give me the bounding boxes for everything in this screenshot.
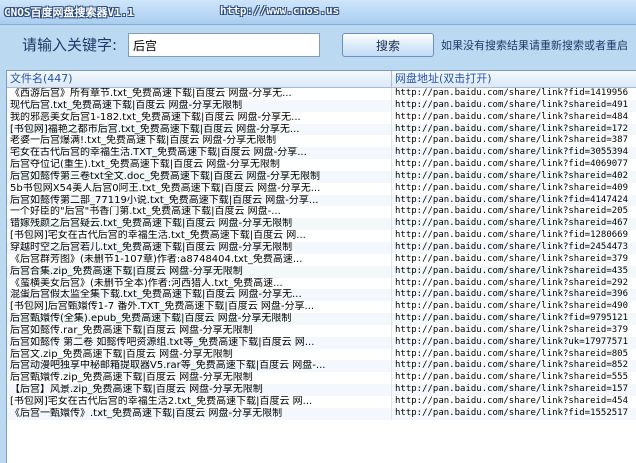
pan-url-cell[interactable]: http://pan.baidu.com/share/link?shareid=…	[392, 289, 636, 301]
file-name-cell[interactable]: 后宫甄嬛传(全集).epub_免费高速下载|百度云 网盘-分享无限制	[7, 313, 392, 325]
table-row[interactable]: 后宫如懿传第三卷txt全文.doc_免费高速下载|百度云 网盘-分享无限制 htt…	[7, 170, 636, 183]
table-row[interactable]: 我的邪恶美女后宫1-182.txt_免费高速下载|百度云 网盘-分享无... ht…	[7, 111, 636, 124]
pan-url-cell[interactable]: http://pan.baidu.com/share/link?shareid=…	[392, 171, 636, 183]
file-name-cell[interactable]: 现代后宫.txt_免费高速下载|百度云 网盘-分享无限制	[7, 99, 392, 112]
file-name-cell[interactable]: 后宫动漫吧独享中秘邮箱提取器V5.rar等_免费高速下载|百度云 网盘-...	[7, 360, 392, 373]
table-row[interactable]: 穿越时空之后宫若儿.txt_免费高速下载|百度云 网盘-分享无限制 http://…	[7, 241, 636, 254]
file-name-cell[interactable]: 后宫如懿传第三卷txt全文.doc_免费高速下载|百度云 网盘-分享无限制	[7, 170, 392, 183]
file-name-cell[interactable]: 《后宫一甄嬛传》.txt_免费高速下载|百度云 网盘-分享无限制	[7, 407, 392, 420]
table-row[interactable]: 后宫如懿传.rar_免费高速下载|百度云 网盘-分享无限制 http://pan.…	[7, 324, 636, 337]
table-row[interactable]: 混蛋后宫假太监全集下载.txt_免费高速下载|百度云 网盘-分享无... http…	[7, 289, 636, 302]
table-row[interactable]: 宅女在古代后宫的幸福生活.TXT_免费高速下载|百度云 网盘-分享... http…	[7, 147, 636, 160]
table-row[interactable]: 后宫甄嬛传.zip_免费高速下载|百度云 网盘-分享无限制 http://pan.…	[7, 372, 636, 385]
search-button[interactable]: 搜索	[342, 33, 434, 57]
table-row[interactable]: 后宫合集.zip_免费高速下载|百度云 网盘-分享无限制 http://pan.b…	[7, 265, 636, 278]
title-bar: CNOS百度网盘搜索器V1.1 http://www.cnos.us	[0, 0, 636, 25]
pan-url-cell[interactable]: http://pan.baidu.com/share/link?shareid=…	[392, 266, 636, 278]
pan-url-cell[interactable]: http://pan.baidu.com/share/link?fid=1419…	[392, 88, 636, 100]
pan-url-cell[interactable]: http://pan.baidu.com/share/link?fid=3055…	[392, 147, 636, 159]
column-header-url[interactable]: 网盘地址(双击打开)	[392, 71, 636, 87]
pan-url-cell[interactable]: http://pan.baidu.com/share/link?shareid=…	[392, 325, 636, 337]
app-title: CNOS百度网盘搜索器V1.1	[4, 6, 134, 19]
pan-url-cell[interactable]: http://pan.baidu.com/share/link?shareid=…	[392, 254, 636, 266]
pan-url-cell[interactable]: http://pan.baidu.com/share/link?shareid=…	[392, 100, 636, 112]
file-name-cell[interactable]: 后宫文.zip_免费高速下载|百度云 网盘-分享无限制	[7, 348, 392, 361]
file-name-cell[interactable]: [书包网]福艳之都市后宫.txt_免费高速下载|百度云 网盘-分享无...	[7, 123, 392, 136]
table-row[interactable]: [书包网]宅女在古代后宫的幸福生活.txt_免费高速下载|百度云 网... htt…	[7, 230, 636, 242]
pan-url-cell[interactable]: http://pan.baidu.com/share/link?shareid=…	[392, 384, 636, 396]
website-url[interactable]: http://www.cnos.us	[220, 4, 339, 17]
table-row[interactable]: 后宫动漫吧独享中秘邮箱提取器V5.rar等_免费高速下载|百度云 网盘-... h…	[7, 360, 636, 373]
table-row[interactable]: 5b书包网X54美人后宫0阿王.txt_免费高速下载|百度云 网盘-分享无...…	[7, 182, 636, 195]
pan-url-cell[interactable]: http://pan.baidu.com/share/link?shareid=…	[392, 349, 636, 361]
table-row[interactable]: 《西游后宫》所有章节.txt_免费高速下载|百度云 网盘-分享无... http:…	[7, 88, 636, 100]
table-row[interactable]: 后宫如懿传第二部_77119小说.txt_免费高速下载|百度云 网盘-分享...…	[7, 194, 636, 207]
file-name-cell[interactable]: 一个好臣的"后宫"书香门第.txt_免费高速下载|百度云 网盘-...	[7, 206, 392, 219]
table-row[interactable]: 后宫甄嬛传(全集).epub_免费高速下载|百度云 网盘-分享无限制 http:/…	[7, 313, 636, 325]
file-name-cell[interactable]: [书包网]宅女在古代后宫的幸福生活2.txt_免费高速下载|百度云 网...	[7, 395, 392, 408]
pan-url-cell[interactable]: http://pan.baidu.com/share/link?shareid=…	[392, 396, 636, 408]
table-row[interactable]: 后宫文.zip_免费高速下载|百度云 网盘-分享无限制 http://pan.ba…	[7, 348, 636, 361]
pan-url-cell[interactable]: http://pan.baidu.com/share/link?shareid=…	[392, 372, 636, 384]
file-name-cell[interactable]: 《西游后宫》所有章节.txt_免费高速下载|百度云 网盘-分享无...	[7, 88, 392, 100]
file-name-cell[interactable]: 《蛮横美女后宫》(未删节全本)作者:河西猎人.txt_免费高速...	[7, 277, 392, 290]
pan-url-cell[interactable]: http://pan.baidu.com/share/link?shareid=…	[392, 112, 636, 124]
file-name-cell[interactable]: 后宫如懿传.rar_免费高速下载|百度云 网盘-分享无限制	[7, 324, 392, 337]
file-name-cell[interactable]: 老婆一后宫爆满!.txt_免费高速下载|百度云 网盘-分享无限制	[7, 135, 392, 148]
file-name-cell[interactable]: 后宫甄嬛传.zip_免费高速下载|百度云 网盘-分享无限制	[7, 372, 392, 385]
file-name-cell[interactable]: 后宫夺位记(重生).txt_免费高速下载|百度云 网盘-分享无限制	[7, 159, 392, 171]
pan-url-cell[interactable]: http://pan.baidu.com/share/link?fid=9795…	[392, 313, 636, 325]
table-row[interactable]: 老婆一后宫爆满!.txt_免费高速下载|百度云 网盘-分享无限制 http://p…	[7, 135, 636, 148]
results-table: 文件名(447) 网盘地址(双击打开) 《西游后宫》所有章节.txt_免费高速下…	[6, 70, 636, 463]
table-row[interactable]: 现代后宫.txt_免费高速下载|百度云 网盘-分享无限制 http://pan.b…	[7, 99, 636, 112]
pan-url-cell[interactable]: http://pan.baidu.com/share/link?shareid=…	[392, 183, 636, 195]
table-row[interactable]: 《蛮横美女后宫》(未删节全本)作者:河西猎人.txt_免费高速... http:/…	[7, 277, 636, 290]
table-row[interactable]: 《后宫群芳图》(未删节1-107章)作者:a8748404.txt_免费高速..…	[7, 253, 636, 266]
pan-url-cell[interactable]: http://pan.baidu.com/share/link?fid=1280…	[392, 230, 636, 242]
table-row[interactable]: 【后宫】风景.zip_免费高速下载|百度云 网盘-分享无限制 http://pan…	[7, 384, 636, 396]
keyword-label: 请输入关键字:	[22, 36, 118, 54]
pan-url-cell[interactable]: http://pan.baidu.com/share/link?shareid=…	[392, 360, 636, 372]
hint-text: 如果没有搜索结果请重新搜索或者重启	[441, 39, 628, 52]
table-row[interactable]: [书包网]后宫甄嬛传1-7 番外.TXT_免费高速下载|百度云 网盘-分享...…	[7, 301, 636, 314]
file-name-cell[interactable]: 我的邪恶美女后宫1-182.txt_免费高速下载|百度云 网盘-分享无...	[7, 111, 392, 124]
pan-url-cell[interactable]: http://pan.baidu.com/share/link?shareid=…	[392, 278, 636, 290]
table-row[interactable]: [书包网]宅女在古代后宫的幸福生活2.txt_免费高速下载|百度云 网... ht…	[7, 395, 636, 408]
search-input[interactable]	[128, 33, 320, 57]
table-row[interactable]: 一个好臣的"后宫"书香门第.txt_免费高速下载|百度云 网盘-... http:…	[7, 206, 636, 219]
column-header-filename[interactable]: 文件名(447)	[7, 71, 392, 87]
file-name-cell[interactable]: 5b书包网X54美人后宫0阿王.txt_免费高速下载|百度云 网盘-分享无...	[7, 182, 392, 195]
pan-url-cell[interactable]: http://pan.baidu.com/share/link?fid=2454…	[392, 242, 636, 254]
table-row[interactable]: 后宫夺位记(重生).txt_免费高速下载|百度云 网盘-分享无限制 http://…	[7, 159, 636, 171]
pan-url-cell[interactable]: http://pan.baidu.com/share/link?fid=4147…	[392, 195, 636, 207]
file-name-cell[interactable]: 混蛋后宫假太监全集下载.txt_免费高速下载|百度云 网盘-分享无...	[7, 289, 392, 302]
file-name-cell[interactable]: 《后宫群芳图》(未删节1-107章)作者:a8748404.txt_免费高速..…	[7, 253, 392, 266]
table-body: 《西游后宫》所有章节.txt_免费高速下载|百度云 网盘-分享无... http:…	[7, 88, 636, 420]
file-name-cell[interactable]: [书包网]后宫甄嬛传1-7 番外.TXT_免费高速下载|百度云 网盘-分享...	[7, 301, 392, 314]
file-name-cell[interactable]: 宅女在古代后宫的幸福生活.TXT_免费高速下载|百度云 网盘-分享...	[7, 147, 392, 160]
file-name-cell[interactable]: 穿越时空之后宫若儿.txt_免费高速下载|百度云 网盘-分享无限制	[7, 241, 392, 254]
pan-url-cell[interactable]: http://pan.baidu.com/share/link?shareid=…	[392, 135, 636, 147]
pan-url-cell[interactable]: http://pan.baidu.com/share/link?fid=1552…	[392, 408, 636, 420]
pan-url-cell[interactable]: http://pan.baidu.com/share/link?uk=17977…	[392, 337, 636, 349]
file-name-cell[interactable]: 后宫如懿传第二部_77119小说.txt_免费高速下载|百度云 网盘-分享...	[7, 194, 392, 207]
pan-url-cell[interactable]: http://pan.baidu.com/share/link?shareid=…	[392, 301, 636, 313]
table-row[interactable]: [书包网]福艳之都市后宫.txt_免费高速下载|百度云 网盘-分享无... htt…	[7, 123, 636, 136]
pan-url-cell[interactable]: http://pan.baidu.com/share/link?shareid=…	[392, 124, 636, 136]
table-row[interactable]: 后宫如懿传 第二卷 如懿传吧资源组.txt等_免费高速下载|百度云 网... ht…	[7, 336, 636, 349]
table-row[interactable]: 《后宫一甄嬛传》.txt_免费高速下载|百度云 网盘-分享无限制 http://p…	[7, 407, 636, 420]
file-name-cell[interactable]: 后宫如懿传 第二卷 如懿传吧资源组.txt等_免费高速下载|百度云 网...	[7, 336, 392, 349]
file-name-cell[interactable]: [书包网]宅女在古代后宫的幸福生活.txt_免费高速下载|百度云 网...	[7, 230, 392, 242]
pan-url-cell[interactable]: http://pan.baidu.com/share/link?shareid=…	[392, 218, 636, 230]
file-name-cell[interactable]: 【后宫】风景.zip_免费高速下载|百度云 网盘-分享无限制	[7, 384, 392, 396]
table-header: 文件名(447) 网盘地址(双击打开)	[7, 71, 636, 88]
pan-url-cell[interactable]: http://pan.baidu.com/share/link?shareid=…	[392, 206, 636, 218]
file-name-cell[interactable]: 错嫁残颜之后宫疑云.txt_免费高速下载|百度云 网盘-分享无限制	[7, 218, 392, 231]
table-row[interactable]: 错嫁残颜之后宫疑云.txt_免费高速下载|百度云 网盘-分享无限制 http://…	[7, 218, 636, 231]
pan-url-cell[interactable]: http://pan.baidu.com/share/link?fid=4069…	[392, 159, 636, 171]
file-name-cell[interactable]: 后宫合集.zip_免费高速下载|百度云 网盘-分享无限制	[7, 265, 392, 278]
